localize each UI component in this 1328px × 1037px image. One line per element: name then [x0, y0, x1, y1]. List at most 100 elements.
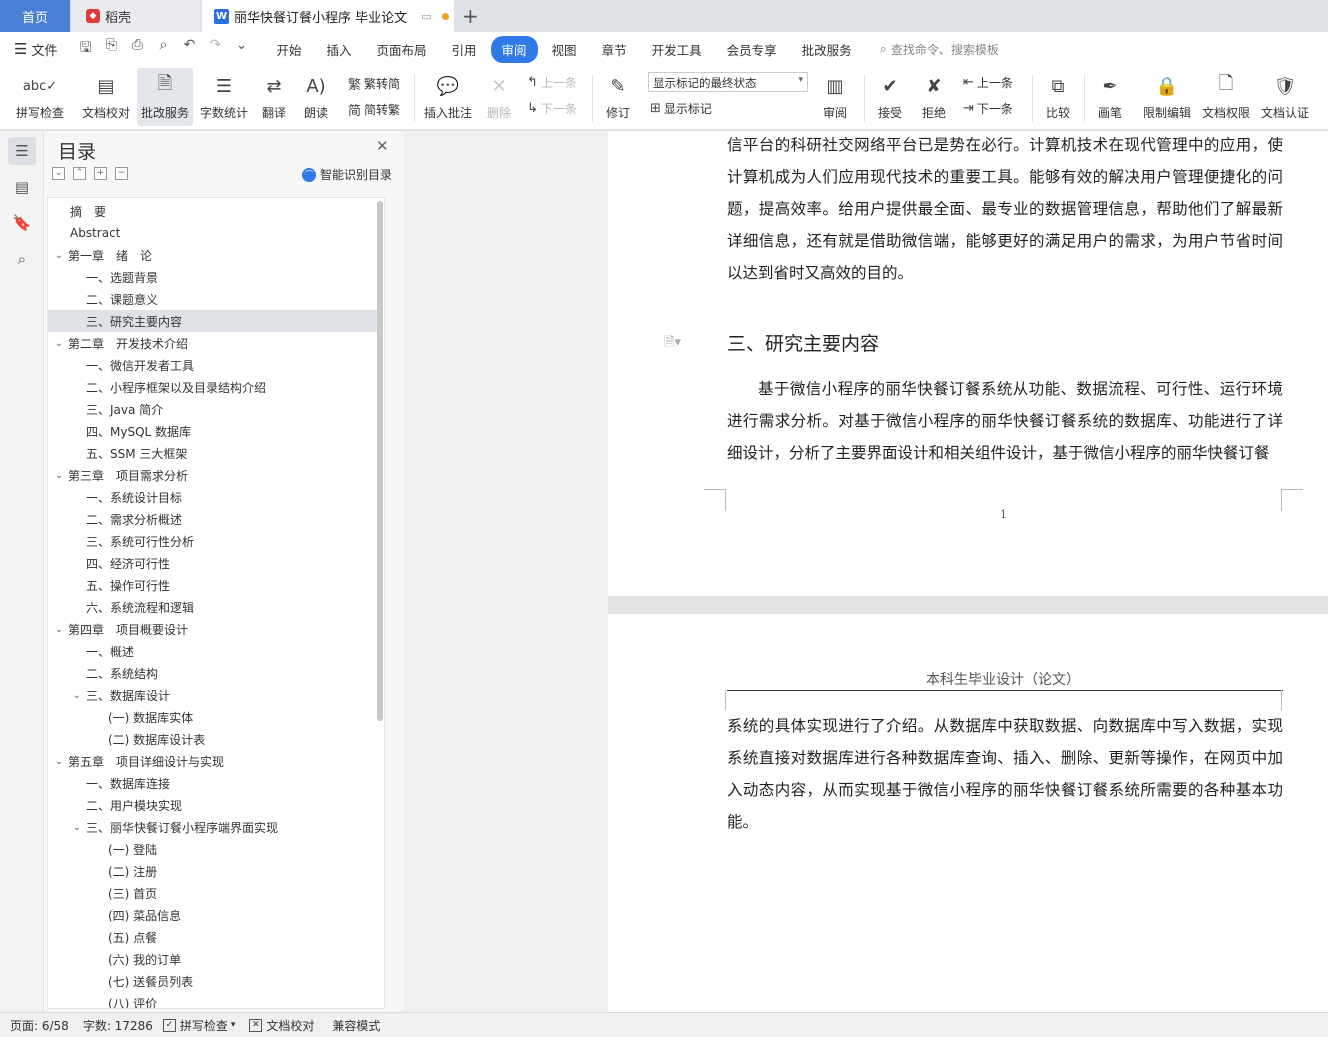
- find-icon[interactable]: ⌕: [8, 245, 36, 273]
- print-preview-icon[interactable]: ⌕: [153, 37, 173, 61]
- collapse-all-icon[interactable]: −: [115, 167, 128, 180]
- toc-item[interactable]: 三、Java 简介: [48, 398, 378, 420]
- menu-tab-correction[interactable]: 批改服务: [791, 36, 863, 63]
- toc-item[interactable]: (三) 首页: [48, 882, 378, 904]
- toc-icon[interactable]: ☰: [8, 137, 36, 165]
- close-icon[interactable]: ✕: [376, 137, 389, 155]
- accept-button[interactable]: ✔ 接受: [870, 68, 910, 126]
- file-menu-button[interactable]: ☰ 文件: [14, 40, 57, 59]
- status-spell-check[interactable]: ✓ 拼写检查 ▾: [162, 1017, 235, 1034]
- markup-state-select[interactable]: 显示标记的最终状态 ▾: [648, 72, 808, 92]
- smart-recognize-toc-button[interactable]: ⌒ 智能识别目录: [302, 166, 392, 183]
- page-indicator[interactable]: 页面: 6/58: [10, 1017, 69, 1034]
- collapse-down-icon[interactable]: ⌄: [52, 167, 65, 180]
- doc-certify-button[interactable]: 🛡 文档认证: [1256, 68, 1314, 126]
- toc-item[interactable]: 二、用户模块实现: [48, 794, 378, 816]
- toc-item[interactable]: (二) 注册: [48, 860, 378, 882]
- show-markup-button[interactable]: ⊞ 显示标记: [650, 100, 712, 117]
- review-pane-button[interactable]: ▥ 审阅: [814, 68, 856, 126]
- chevron-down-icon[interactable]: ⌄: [70, 690, 84, 701]
- doc-proof-button[interactable]: ▤ 文档校对: [78, 68, 134, 126]
- prev-comment-button[interactable]: ↰ 上一条: [527, 74, 577, 91]
- tab-document[interactable]: W 丽华快餐订餐小程序 毕业论文 ▭: [202, 0, 454, 32]
- menu-tab-review[interactable]: 审阅: [490, 35, 538, 63]
- next-comment-button[interactable]: ↳ 下一条: [527, 100, 577, 117]
- menu-tab-view[interactable]: 视图: [541, 36, 588, 63]
- toc-item[interactable]: (五) 点餐: [48, 926, 378, 948]
- toc-item[interactable]: (一) 数据库实体: [48, 706, 378, 728]
- menu-tab-developer[interactable]: 开发工具: [641, 36, 713, 63]
- toc-item[interactable]: 四、经济可行性: [48, 552, 378, 574]
- screen-icon[interactable]: ▭: [421, 10, 431, 23]
- chapter-nav-icon[interactable]: ▤: [8, 173, 36, 201]
- export-pdf-icon[interactable]: ⎘: [101, 37, 121, 61]
- toc-item[interactable]: 一、系统设计目标: [48, 486, 378, 508]
- toc-item[interactable]: Abstract: [48, 222, 378, 244]
- menu-tab-member[interactable]: 会员专享: [716, 36, 788, 63]
- toc-item[interactable]: (七) 送餐员列表: [48, 970, 378, 992]
- toc-item[interactable]: (四) 菜品信息: [48, 904, 378, 926]
- new-tab-plus-icon[interactable]: +: [462, 4, 479, 28]
- menu-tab-page-layout[interactable]: 页面布局: [366, 36, 438, 63]
- tab-home[interactable]: 首页: [0, 0, 70, 32]
- toc-item[interactable]: 二、小程序框架以及目录结构介绍: [48, 376, 378, 398]
- save-icon[interactable]: 🖫: [75, 37, 95, 61]
- word-count-indicator[interactable]: 字数: 17286: [83, 1017, 153, 1034]
- command-search[interactable]: ⌕ 查找命令、搜索模板: [880, 41, 999, 58]
- collapse-up-icon[interactable]: ⌃: [73, 167, 86, 180]
- tab-daoke[interactable]: ◆ 稻壳: [72, 0, 200, 32]
- toc-item[interactable]: 四、MySQL 数据库: [48, 420, 378, 442]
- toc-item[interactable]: 一、数据库连接: [48, 772, 378, 794]
- menu-tab-section[interactable]: 章节: [591, 36, 638, 63]
- bookmark-icon[interactable]: 🔖: [8, 209, 36, 237]
- chevron-down-icon[interactable]: ⌄: [52, 250, 66, 261]
- translate-button[interactable]: ⇄ 翻译: [254, 68, 294, 126]
- expand-all-icon[interactable]: +: [94, 167, 107, 180]
- toc-item[interactable]: ⌄ 第四章 项目概要设计: [48, 618, 378, 640]
- chevron-down-icon[interactable]: ⌄: [52, 470, 66, 481]
- reject-button[interactable]: ✘ 拒绝: [914, 68, 954, 126]
- toc-item[interactable]: (八) 评价: [48, 992, 378, 1009]
- toc-item[interactable]: ⌄ 第三章 项目需求分析: [48, 464, 378, 486]
- simp-to-trad-button[interactable]: 简 简转繁: [348, 100, 400, 119]
- toc-item[interactable]: 五、SSM 三大框架: [48, 442, 378, 464]
- toc-item[interactable]: (一) 登陆: [48, 838, 378, 860]
- toc-scrollbar[interactable]: [377, 201, 383, 721]
- toc-item[interactable]: 一、选题背景: [48, 266, 378, 288]
- read-aloud-button[interactable]: A) 朗读: [298, 68, 334, 126]
- toc-item[interactable]: ⌄ 第一章 绪 论: [48, 244, 378, 266]
- trad-to-simp-button[interactable]: 繁 繁转简: [348, 74, 400, 93]
- spell-check-button[interactable]: abc✓ 拼写检查: [8, 68, 72, 126]
- chevron-down-icon[interactable]: ⌄: [52, 624, 66, 635]
- word-count-button[interactable]: ☰ 字数统计: [196, 68, 252, 126]
- toc-item[interactable]: 三、研究主要内容: [48, 310, 378, 332]
- toc-item[interactable]: 三、系统可行性分析: [48, 530, 378, 552]
- toc-item[interactable]: 六、系统流程和逻辑: [48, 596, 378, 618]
- toc-item[interactable]: ⌄ 第二章 开发技术介绍: [48, 332, 378, 354]
- menu-tab-insert[interactable]: 插入: [315, 36, 362, 63]
- print-icon[interactable]: ⎙: [127, 37, 147, 61]
- toc-item[interactable]: ⌄ 三、数据库设计: [48, 684, 378, 706]
- toc-item[interactable]: 二、系统结构: [48, 662, 378, 684]
- toc-item[interactable]: 二、需求分析概述: [48, 508, 378, 530]
- restrict-edit-button[interactable]: 🔒 限制编辑: [1138, 68, 1196, 126]
- menu-tab-start[interactable]: 开始: [265, 36, 312, 63]
- compare-button[interactable]: ⧉ 比较: [1038, 68, 1078, 126]
- toc-item[interactable]: 一、概述: [48, 640, 378, 662]
- toc-item[interactable]: (二) 数据库设计表: [48, 728, 378, 750]
- toc-item[interactable]: ⌄ 第五章 项目详细设计与实现: [48, 750, 378, 772]
- doc-permission-button[interactable]: 🗋 文档权限: [1198, 68, 1254, 126]
- toc-item[interactable]: 一、微信开发者工具: [48, 354, 378, 376]
- ink-button[interactable]: ✒ 画笔: [1090, 68, 1130, 126]
- toc-item[interactable]: 五、操作可行性: [48, 574, 378, 596]
- toc-item[interactable]: (六) 我的订单: [48, 948, 378, 970]
- chevron-down-icon[interactable]: ⌄: [52, 756, 66, 767]
- toc-item[interactable]: 摘 要: [48, 200, 378, 222]
- more-chevron-icon[interactable]: ⌄: [231, 37, 251, 61]
- chevron-down-icon[interactable]: ⌄: [70, 822, 84, 833]
- prev-change-button[interactable]: ⇤ 上一条: [963, 74, 1013, 91]
- next-change-button[interactable]: ⇥ 下一条: [963, 100, 1013, 117]
- delete-comment-button[interactable]: ✕ 删除: [480, 68, 518, 126]
- insert-comment-button[interactable]: 💬 插入批注: [420, 68, 476, 126]
- review-service-button[interactable]: 🗎 批改服务: [137, 68, 193, 126]
